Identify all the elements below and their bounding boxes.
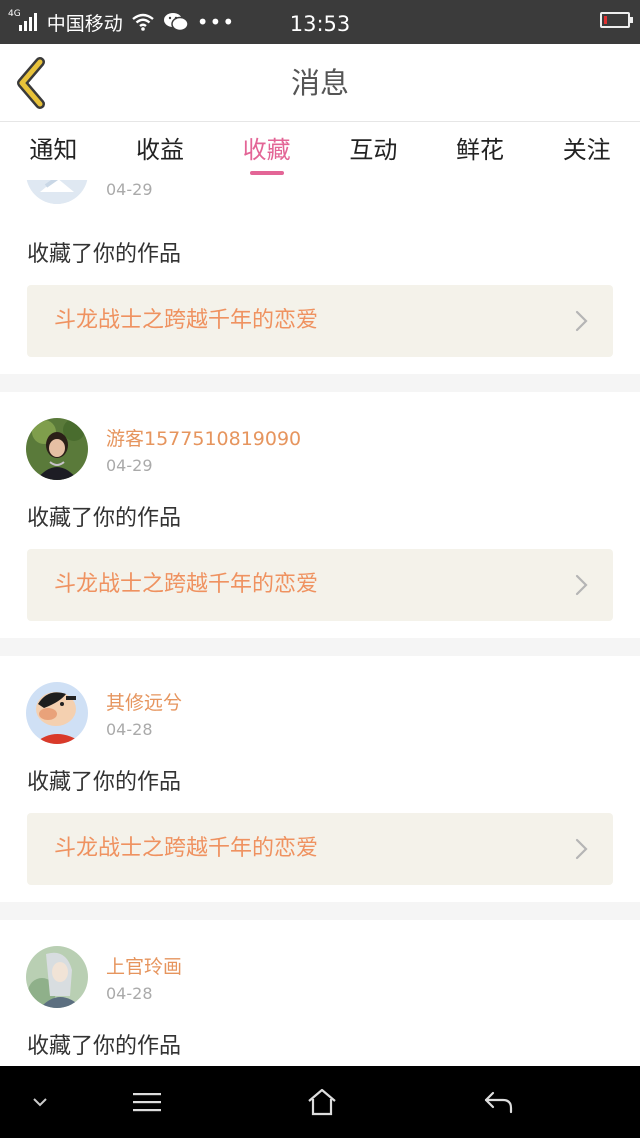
tab-favorites[interactable]: 收藏 — [213, 122, 320, 180]
username[interactable]: 游客1577510819090 — [106, 424, 301, 451]
list-item: 04-29 收藏了你的作品 斗龙战士之跨越千年的恋爱 — [0, 180, 640, 374]
avatar[interactable] — [26, 180, 88, 204]
menu-icon — [133, 1093, 161, 1112]
tab-interaction[interactable]: 互动 — [320, 122, 427, 180]
username[interactable]: 其修远兮 — [106, 688, 182, 715]
back-arrow-icon — [484, 1091, 513, 1114]
chevron-right-icon — [575, 310, 588, 332]
chevron-down-icon — [33, 1098, 47, 1107]
date: 04-28 — [106, 984, 153, 1003]
date: 04-28 — [106, 720, 153, 739]
action-text: 收藏了你的作品 — [27, 1034, 182, 1059]
message-feed[interactable]: 04-29 收藏了你的作品 斗龙战士之跨越千年的恋爱 游客15775108190… — [0, 180, 640, 1066]
tab-follow[interactable]: 关注 — [533, 122, 640, 180]
home-icon — [308, 1088, 336, 1116]
avatar[interactable] — [26, 946, 88, 1008]
clock: 13:53 — [289, 12, 351, 36]
chevron-right-icon — [575, 574, 588, 596]
menu-button[interactable] — [122, 1066, 172, 1138]
status-bar: 4G 中国移动 ••• 13:53 — [0, 0, 640, 44]
battery-level — [604, 16, 607, 24]
work-link[interactable]: 斗龙战士之跨越千年的恋爱 — [27, 549, 613, 621]
work-link[interactable]: 斗龙战士之跨越千年的恋爱 — [27, 813, 613, 885]
list-item: 上官玲画 04-28 收藏了你的作品 — [0, 920, 640, 1066]
date: 04-29 — [106, 180, 153, 199]
chevron-left-icon — [17, 57, 45, 109]
action-text: 收藏了你的作品 — [27, 506, 182, 531]
work-title: 斗龙战士之跨越千年的恋爱 — [54, 836, 319, 861]
avatar-image — [26, 946, 88, 1008]
tab-bar: 通知 收益 收藏 互动 鲜花 关注 — [0, 122, 640, 180]
avatar-image — [26, 418, 88, 480]
tab-earnings[interactable]: 收益 — [107, 122, 214, 180]
tab-notify[interactable]: 通知 — [0, 122, 107, 180]
work-title: 斗龙战士之跨越千年的恋爱 — [54, 308, 319, 333]
system-nav-bar — [0, 1066, 640, 1138]
chevron-right-icon — [575, 838, 588, 860]
work-title: 斗龙战士之跨越千年的恋爱 — [54, 572, 319, 597]
avatar-image — [26, 180, 88, 204]
action-text: 收藏了你的作品 — [27, 770, 182, 795]
avatar[interactable] — [26, 682, 88, 744]
work-link[interactable]: 斗龙战士之跨越千年的恋爱 — [27, 285, 613, 357]
username[interactable]: 上官玲画 — [106, 952, 182, 979]
app-header: 消息 — [0, 44, 640, 122]
collapse-nav-button[interactable] — [20, 1066, 60, 1138]
date: 04-29 — [106, 456, 153, 475]
battery-icon — [600, 12, 633, 28]
avatar-image — [26, 682, 88, 744]
page-title: 消息 — [290, 66, 349, 100]
home-button[interactable] — [296, 1066, 348, 1138]
back-button[interactable] — [10, 56, 56, 110]
back-nav-button[interactable] — [470, 1066, 526, 1138]
action-text: 收藏了你的作品 — [27, 242, 182, 267]
list-item: 其修远兮 04-28 收藏了你的作品 斗龙战士之跨越千年的恋爱 — [0, 656, 640, 902]
avatar[interactable] — [26, 418, 88, 480]
tab-flowers[interactable]: 鲜花 — [427, 122, 534, 180]
list-item: 游客1577510819090 04-29 收藏了你的作品 斗龙战士之跨越千年的… — [0, 392, 640, 638]
